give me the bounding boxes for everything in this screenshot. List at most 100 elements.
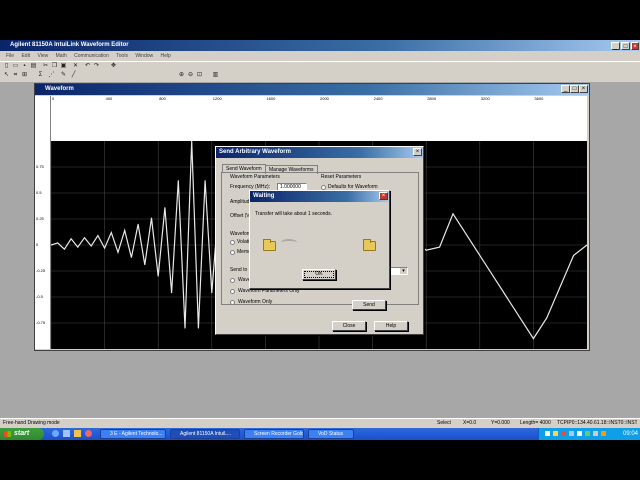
waveform-point — [110, 232, 112, 233]
menu-view[interactable]: View — [37, 53, 48, 59]
params-only-radio[interactable] — [230, 289, 235, 294]
tray-usb-icon[interactable] — [593, 431, 598, 436]
quicklaunch-desktop-icon[interactable] — [63, 430, 70, 437]
pointer-icon[interactable]: ✥ — [110, 63, 117, 70]
y-tick-label: 0 — [36, 242, 39, 247]
paste-icon[interactable]: ▣ — [60, 63, 67, 70]
x-tick-label: 2000 — [320, 96, 329, 101]
x-tick-label: 2400 — [373, 96, 383, 101]
tray-network-icon[interactable] — [545, 431, 550, 436]
waveform-point — [492, 275, 494, 277]
point-draw-icon[interactable]: ⋰ — [48, 72, 55, 79]
x-tick-labels: 0 400 800 1200 1600 2000 2400 2800 3200 3600 — [51, 96, 587, 104]
volatile-radio[interactable] — [230, 240, 235, 245]
menu-file[interactable]: File — [6, 53, 14, 59]
ok-button[interactable]: OK — [302, 269, 336, 280]
quicklaunch-ie-icon[interactable] — [52, 430, 59, 437]
tray-update-icon[interactable] — [585, 431, 590, 436]
task-intuilink-editor[interactable]: Agilent 81150A IntuiL... — [170, 429, 240, 439]
copy-icon[interactable]: ❐ — [51, 63, 58, 70]
close-button[interactable]: × — [631, 41, 639, 50]
tray-display-icon[interactable] — [577, 431, 582, 436]
memory-radio[interactable] — [230, 250, 235, 255]
x-tick-label: 2800 — [427, 96, 437, 101]
waiting-close-icon[interactable]: × — [379, 192, 388, 200]
zoom-in-icon[interactable]: ⊕ — [178, 72, 185, 79]
waiting-title: Waiting — [253, 193, 275, 199]
quicklaunch-folder-icon[interactable] — [74, 430, 81, 437]
cursor-icon[interactable]: ↖ — [3, 72, 10, 79]
cut-icon[interactable]: ✂ — [42, 63, 49, 70]
minimize-button[interactable]: _ — [611, 41, 620, 50]
waveform-maximize-button[interactable]: □ — [570, 85, 579, 93]
waiting-title-bar: Waiting — [250, 191, 389, 202]
print-icon[interactable]: ▤ — [30, 63, 37, 70]
waveform-point — [425, 249, 427, 251]
task-screen-recorder[interactable]: Screen Recorder Gold — [244, 429, 304, 439]
zoom-fit-icon[interactable]: ⊡ — [196, 72, 203, 79]
menu-math[interactable]: Math — [56, 53, 67, 59]
waveform-title-bar: Waveform — [35, 84, 589, 95]
clock: 09:04 — [623, 431, 639, 437]
maximize-button[interactable]: □ — [621, 41, 630, 50]
waveform-point — [90, 245, 92, 247]
waveform-point — [131, 257, 132, 258]
destination-folder-icon — [363, 239, 376, 251]
quicklaunch-media-icon[interactable] — [85, 430, 92, 437]
task-agilent-technologies[interactable]: 3 E - Agilent Technolo... — [100, 429, 166, 439]
waveform-point — [198, 327, 199, 329]
status-y: Y=0.000 — [491, 420, 510, 426]
save-icon[interactable]: ▪ — [21, 63, 28, 70]
task-vod-status[interactable]: VoD Status — [308, 429, 354, 439]
tray-security-icon[interactable] — [561, 431, 566, 436]
waveform-point — [519, 317, 521, 319]
taskbar: start 3 E - Agilent Technolo... Agilent … — [0, 428, 640, 440]
menu-bar: File Edit View Math Communication Tools … — [0, 51, 640, 61]
waveform-minimize-button[interactable]: _ — [561, 85, 570, 93]
select-icon[interactable]: ⌗ — [12, 72, 19, 79]
zoom-out-icon[interactable]: ⊖ — [187, 72, 194, 79]
x-tick-label: 1600 — [266, 96, 276, 101]
toolbar-drawing: ↖ ⌗ ⊞ Σ ⋰ ✎ ╱ ⊕ ⊖ ⊡ ▥ — [0, 71, 640, 81]
menu-edit[interactable]: Edit — [21, 53, 30, 59]
zoom-icon[interactable]: ⊞ — [21, 72, 28, 79]
waveform-point — [157, 275, 159, 277]
y-tick-label: 0.25 — [36, 216, 44, 221]
redo-icon[interactable]: ↷ — [93, 63, 100, 70]
waveform-close-button[interactable]: × — [579, 85, 588, 93]
menu-communication[interactable]: Communication — [74, 53, 109, 59]
chevron-down-icon[interactable]: ▾ — [400, 268, 407, 274]
waveform-point — [104, 247, 105, 249]
menu-tools[interactable]: Tools — [116, 53, 128, 59]
help-button[interactable]: Help — [374, 321, 408, 331]
line-icon[interactable]: ╱ — [70, 72, 77, 79]
send-dialog-title-bar: Send Arbitrary Waveform — [216, 147, 423, 158]
waveform-point — [466, 234, 467, 235]
open-icon[interactable]: ▭ — [12, 63, 19, 70]
waveform-point — [144, 264, 146, 266]
send-button[interactable]: Send — [352, 300, 386, 310]
y-tick-label: -0.5 — [36, 294, 43, 299]
wave-only-radio[interactable] — [230, 300, 235, 305]
sigma-icon[interactable]: Σ — [37, 72, 44, 79]
menu-help[interactable]: Help — [161, 53, 171, 59]
tray-agilent-icon[interactable] — [569, 431, 574, 436]
y-tick-label: -0.25 — [36, 268, 46, 273]
send-icon[interactable]: ▥ — [212, 72, 219, 79]
app-title: Agilent 81150A IntuiLink Waveform Editor — [10, 42, 129, 48]
wave-and-params-radio[interactable] — [230, 278, 235, 283]
delete-icon[interactable]: ✕ — [72, 63, 79, 70]
menu-window[interactable]: Window — [135, 53, 153, 59]
waveform-point — [57, 242, 59, 244]
new-icon[interactable]: ▯ — [3, 63, 10, 70]
pencil-icon[interactable]: ✎ — [60, 72, 67, 79]
x-tick-label: 1200 — [212, 96, 222, 101]
send-dialog-close-icon[interactable]: × — [413, 148, 422, 156]
waveform-point — [559, 286, 561, 287]
tray-recorder-icon[interactable] — [601, 431, 606, 436]
undo-icon[interactable]: ↶ — [84, 63, 91, 70]
start-label: start — [14, 430, 30, 437]
close-dialog-button[interactable]: Close — [332, 321, 366, 331]
tray-volume-icon[interactable] — [553, 431, 558, 436]
status-bar: Free-hand Drawing mode Select X=0.0 Y=0.… — [0, 418, 640, 428]
